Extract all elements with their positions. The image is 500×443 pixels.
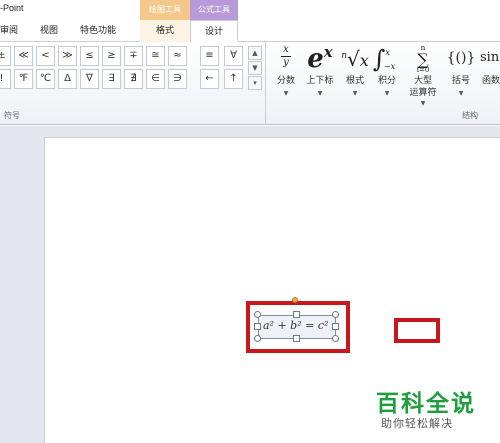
function-button[interactable]: sin 函数 xyxy=(480,42,500,106)
symbol-left-arrow[interactable]: ← xyxy=(200,69,219,89)
resize-handle-bottom[interactable] xyxy=(293,335,300,342)
resize-handle-top-right[interactable] xyxy=(332,311,339,318)
bracket-label: 括号 xyxy=(451,76,470,86)
symbol-plus-minus[interactable]: ± xyxy=(0,46,11,66)
symbol-for-all[interactable]: ∀ xyxy=(224,46,243,66)
radical-dropdown-icon: ▼ xyxy=(352,90,358,97)
integral-label: 积分 xyxy=(377,76,396,86)
watermark-title: 百科全说 xyxy=(376,391,476,417)
symbol-contains[interactable]: ∋ xyxy=(168,69,187,89)
symbol-congruent[interactable]: ≅ xyxy=(146,46,165,66)
structures-group-label: 结构 xyxy=(462,111,478,120)
large-operator-dropdown-icon: ▼ xyxy=(420,100,426,107)
ribbon-tab-row: 审阅 视图 特色功能 格式 设计 xyxy=(0,20,500,42)
symbol-greater-equal[interactable]: ≥ xyxy=(102,46,121,66)
radical-icon: n√x xyxy=(341,47,369,71)
integral-icon: ∫x−x xyxy=(372,45,396,73)
bracket-dropdown-icon: ▼ xyxy=(458,90,464,97)
symbol-up-arrow[interactable]: ↑ xyxy=(224,69,243,89)
app-title: -Point xyxy=(0,3,24,13)
symbol-celsius[interactable]: ℃ xyxy=(36,69,55,89)
function-icon: sin xyxy=(480,50,500,65)
resize-handle-left[interactable] xyxy=(254,323,261,330)
symbol-exists[interactable]: ∃ xyxy=(102,69,121,89)
radical-label: 根式 xyxy=(345,76,364,86)
equation-tools-label: 公式工具 xyxy=(198,5,230,14)
tab-view[interactable]: 视图 xyxy=(40,20,58,42)
title-bar: -Point 绘图工具 公式工具 xyxy=(0,0,500,20)
symbol-approx[interactable]: ≈ xyxy=(168,46,187,66)
script-button[interactable]: ex 上下标 ▼ xyxy=(302,42,338,106)
ribbon: ± ≪ < ≫ ≤ ≥ ∓ ≅ ≈ ≡ ∀ ! ℉ ℃ Δ ∇ ∃ ∄ ∈ ∋ … xyxy=(0,42,500,125)
large-operator-button[interactable]: n ∑ i=0 大型 运算符 ▼ xyxy=(404,42,442,108)
symbol-much-less[interactable]: ≪ xyxy=(14,46,33,66)
empty-highlight-frame xyxy=(394,318,440,343)
drawing-tools-label: 绘图工具 xyxy=(149,5,181,14)
tab-design[interactable]: 设计 xyxy=(190,20,238,42)
resize-handle-top-left[interactable] xyxy=(254,311,261,318)
symbol-less-equal[interactable]: ≤ xyxy=(80,46,99,66)
tab-review[interactable]: 审阅 xyxy=(0,20,18,42)
symbols-scroll-down[interactable]: ▼ xyxy=(248,61,262,75)
radical-button[interactable]: n√x 根式 ▼ xyxy=(340,42,370,106)
symbols-group-label: 符号 xyxy=(4,111,20,120)
large-operator-label-2: 运算符 xyxy=(409,88,437,98)
script-icon: ex xyxy=(307,43,333,74)
symbols-group: ± ≪ < ≫ ≤ ≥ ∓ ≅ ≈ ≡ ∀ ! ℉ ℃ Δ ∇ ∃ ∄ ∈ ∋ … xyxy=(0,42,266,125)
drawing-tools-context-tab[interactable]: 绘图工具 xyxy=(140,0,190,20)
bracket-icon: {()} xyxy=(446,50,476,66)
fraction-label: 分数 xyxy=(276,76,295,86)
script-dropdown-icon: ▼ xyxy=(317,90,323,97)
integral-button[interactable]: ∫x−x 积分 ▼ xyxy=(372,42,402,106)
resize-handle-bottom-right[interactable] xyxy=(332,335,339,342)
resize-handle-top[interactable] xyxy=(293,311,300,318)
symbols-more-button[interactable]: ▾ xyxy=(248,76,262,90)
watermark-subtitle: 助你轻松解决 xyxy=(381,417,453,430)
large-operator-label: 大型 xyxy=(413,76,432,86)
symbol-much-greater[interactable]: ≫ xyxy=(58,46,77,66)
symbol-identical[interactable]: ≡ xyxy=(200,46,219,66)
equation-tools-context-tab[interactable]: 公式工具 xyxy=(190,0,238,20)
rotate-handle[interactable] xyxy=(292,297,298,303)
resize-handle-bottom-left[interactable] xyxy=(254,335,261,342)
resize-handle-right[interactable] xyxy=(332,323,339,330)
symbol-minus-plus[interactable]: ∓ xyxy=(124,46,143,66)
symbol-factorial[interactable]: ! xyxy=(0,69,11,89)
bracket-button[interactable]: {()} 括号 ▼ xyxy=(446,42,476,106)
tab-format[interactable]: 格式 xyxy=(140,20,190,42)
fraction-icon: x y xyxy=(272,45,300,75)
equation-text[interactable]: a² + b² = c² xyxy=(263,319,328,332)
integral-dropdown-icon: ▼ xyxy=(384,90,390,97)
symbol-fahrenheit[interactable]: ℉ xyxy=(14,69,33,89)
fraction-dropdown-icon: ▼ xyxy=(283,90,289,97)
symbol-not-exists[interactable]: ∄ xyxy=(124,69,143,89)
symbol-less-than[interactable]: < xyxy=(36,46,55,66)
fraction-button[interactable]: x y 分数 ▼ xyxy=(272,42,300,106)
symbol-nabla[interactable]: ∇ xyxy=(80,69,99,89)
script-label: 上下标 xyxy=(306,76,334,86)
symbols-scroll-up[interactable]: ▲ xyxy=(248,46,262,60)
summation-icon: n ∑ i=0 xyxy=(416,44,430,74)
function-label: 函数 xyxy=(482,76,500,86)
symbol-delta[interactable]: Δ xyxy=(58,69,77,89)
symbol-element-of[interactable]: ∈ xyxy=(146,69,165,89)
tab-special-features[interactable]: 特色功能 xyxy=(80,20,116,42)
